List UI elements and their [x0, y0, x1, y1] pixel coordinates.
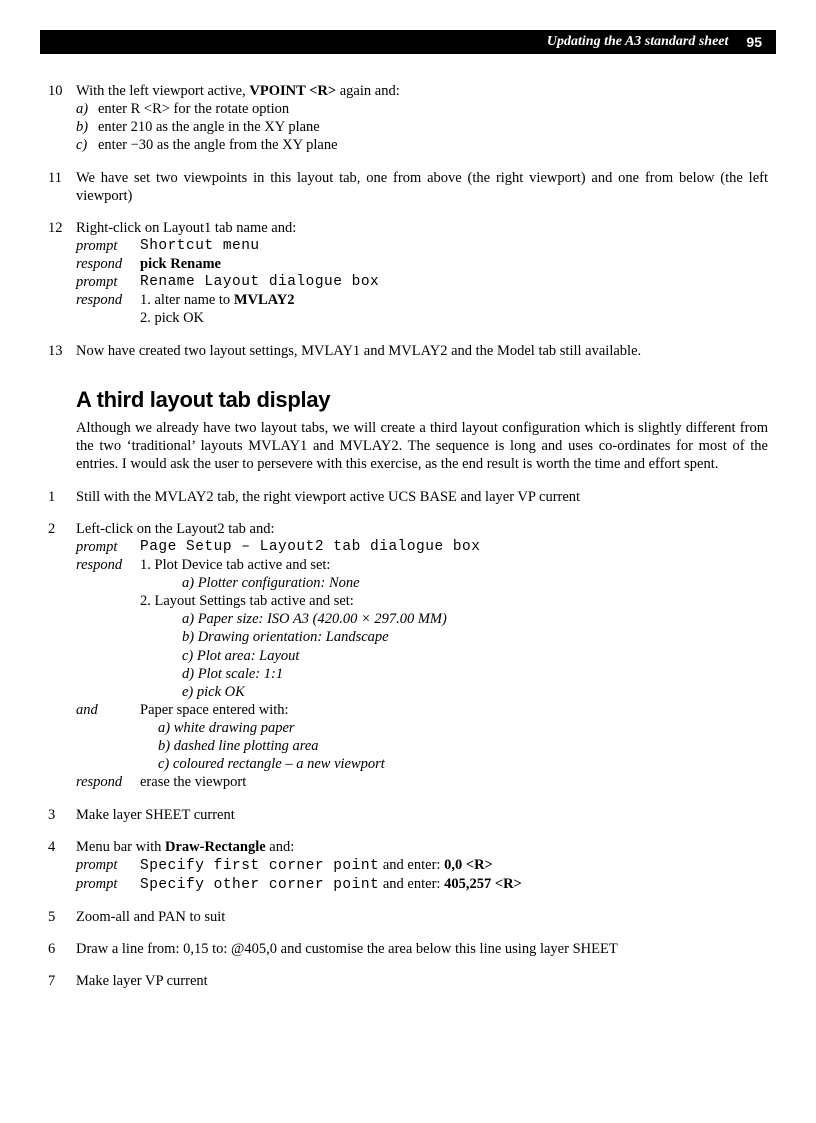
- text: a) white drawing paper: [158, 720, 295, 736]
- item-number: 10: [48, 82, 76, 155]
- text: 2. pick OK: [140, 309, 768, 327]
- text: b) dashed line plotting area: [158, 738, 319, 754]
- list-item: 4 Menu bar with Draw-Rectangle and: prom…: [48, 838, 768, 894]
- list-item: 6 Draw a line from: 0,15 to: @405,0 and …: [48, 940, 768, 958]
- item-number: 13: [48, 342, 76, 360]
- respond-label: respond: [76, 255, 140, 273]
- header-title: Updating the A3 standard sheet: [547, 30, 729, 54]
- text: a) Plotter configuration: None: [182, 575, 360, 591]
- respond-label: respond: [76, 773, 140, 791]
- text: 0,0 <R>: [444, 857, 493, 873]
- text: With the left viewport active,: [76, 83, 249, 99]
- text: 1. alter name to: [140, 292, 234, 308]
- and-label: and: [76, 701, 140, 719]
- list-item: 5 Zoom-all and PAN to suit: [48, 908, 768, 926]
- text: MVLAY2: [234, 292, 295, 308]
- list-item: 3 Make layer SHEET current: [48, 806, 768, 824]
- text: c) Plot area: Layout: [182, 648, 299, 664]
- page-content: 10 With the left viewport active, VPOINT…: [40, 82, 776, 990]
- item-number: 7: [48, 972, 76, 990]
- item-number: 6: [48, 940, 76, 958]
- text: Draw a line from: 0,15 to: @405,0 and cu…: [76, 940, 768, 958]
- text: again and:: [336, 83, 400, 99]
- text: Make layer VP current: [76, 972, 768, 990]
- text: 1. Plot Device tab active and set:: [140, 556, 768, 574]
- prompt-label: prompt: [76, 875, 140, 894]
- list-item: 1 Still with the MVLAY2 tab, the right v…: [48, 488, 768, 506]
- sublist-label: c): [76, 136, 98, 154]
- text: enter R <R> for the rotate option: [98, 100, 289, 118]
- item-number: 5: [48, 908, 76, 926]
- respond-label: respond: [76, 556, 140, 574]
- list-item: 2 Left-click on the Layout2 tab and: pro…: [48, 520, 768, 792]
- text: VPOINT <R>: [249, 83, 336, 99]
- text: Specify first corner point: [140, 858, 379, 874]
- item-number: 1: [48, 488, 76, 506]
- item-number: 4: [48, 838, 76, 894]
- item-number: 11: [48, 169, 76, 205]
- text: enter −30 as the angle from the XY plane: [98, 136, 338, 154]
- text: Although we already have two layout tabs…: [76, 419, 768, 473]
- list-item: 10 With the left viewport active, VPOINT…: [48, 82, 768, 155]
- list-item: 12 Right-click on Layout1 tab name and: …: [48, 219, 768, 328]
- item-number: 12: [48, 219, 76, 328]
- text: 2. Layout Settings tab active and set:: [76, 592, 768, 610]
- text: Shortcut menu: [140, 237, 768, 255]
- text: Rename Layout dialogue box: [140, 273, 768, 291]
- text: Draw-Rectangle: [165, 839, 266, 855]
- sublist-label: b): [76, 118, 98, 136]
- text: Page Setup – Layout2 tab dialogue box: [140, 538, 768, 556]
- respond-label: respond: [76, 291, 140, 309]
- text: d) Plot scale: 1:1: [182, 666, 283, 682]
- prompt-label: prompt: [76, 237, 140, 255]
- text: and enter:: [379, 857, 444, 873]
- text: Now have created two layout settings, MV…: [76, 342, 768, 360]
- list-item: 13 Now have created two layout settings,…: [48, 342, 768, 360]
- text: Paper space entered with:: [140, 701, 768, 719]
- text: and:: [266, 839, 295, 855]
- list-item: 11 We have set two viewpoints in this la…: [48, 169, 768, 205]
- text: Left-click on the Layout2 tab and:: [76, 520, 768, 538]
- item-number: 2: [48, 520, 76, 792]
- text: Right-click on Layout1 tab name and:: [76, 219, 768, 237]
- text: Zoom-all and PAN to suit: [76, 908, 768, 926]
- sublist-label: a): [76, 100, 98, 118]
- text: b) Drawing orientation: Landscape: [182, 629, 389, 645]
- text: Menu bar with: [76, 839, 165, 855]
- text: pick Rename: [140, 255, 768, 273]
- text: Still with the MVLAY2 tab, the right vie…: [76, 488, 768, 506]
- prompt-label: prompt: [76, 538, 140, 556]
- text: a) Paper size: ISO A3 (420.00 × 297.00 M…: [182, 611, 447, 627]
- text: and enter:: [379, 876, 444, 892]
- page-header: Updating the A3 standard sheet 95: [40, 30, 776, 54]
- list-item: 7 Make layer VP current: [48, 972, 768, 990]
- text: 405,257 <R>: [444, 876, 522, 892]
- prompt-label: prompt: [76, 856, 140, 875]
- text: enter 210 as the angle in the XY plane: [98, 118, 320, 136]
- intro-paragraph: Although we already have two layout tabs…: [48, 419, 768, 473]
- prompt-label: prompt: [76, 273, 140, 291]
- text: e) pick OK: [182, 684, 245, 700]
- text: Specify other corner point: [140, 877, 379, 893]
- text: Make layer SHEET current: [76, 806, 768, 824]
- item-number: 3: [48, 806, 76, 824]
- text: We have set two viewpoints in this layou…: [76, 169, 768, 205]
- text: erase the viewport: [140, 773, 768, 791]
- section-heading: A third layout tab display: [76, 386, 768, 414]
- page-number: 95: [746, 30, 762, 54]
- text: c) coloured rectangle – a new viewport: [158, 756, 385, 772]
